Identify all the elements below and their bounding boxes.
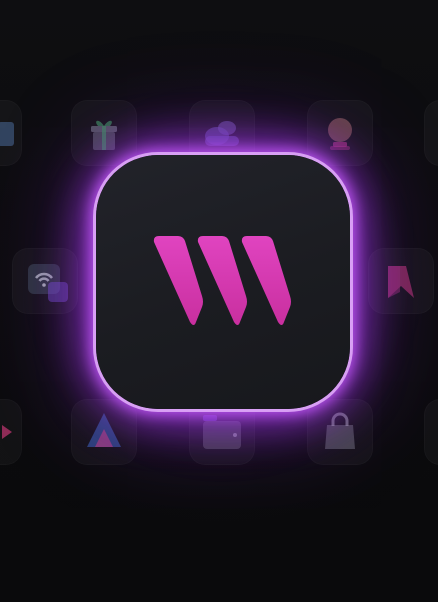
book-icon-tile (0, 100, 22, 166)
partial-icon (424, 399, 438, 465)
w-logo-icon (153, 236, 291, 325)
play-icon (2, 425, 12, 439)
partial-icon-tile-bottom-right (424, 399, 438, 465)
partial-icon (424, 100, 438, 166)
play-icon-tile (0, 399, 22, 465)
app-showcase-screen (0, 0, 438, 602)
partial-icon-tile-top-right (424, 100, 438, 166)
app-icon[interactable] (96, 155, 350, 409)
book-icon (0, 122, 14, 146)
